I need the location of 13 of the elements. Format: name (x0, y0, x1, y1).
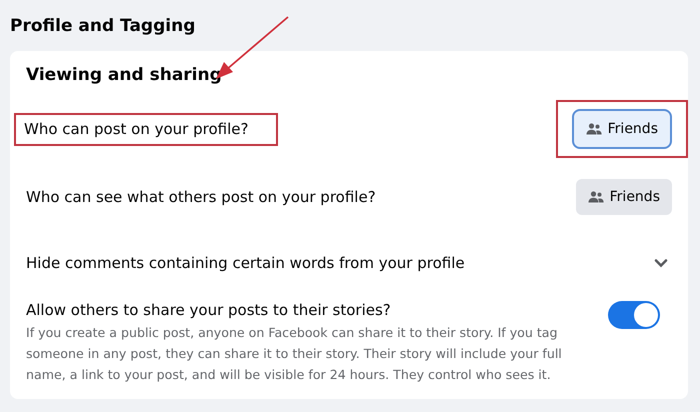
section-heading: Viewing and sharing (26, 65, 222, 85)
page-title: Profile and Tagging (10, 16, 196, 36)
audience-button[interactable]: Friends (576, 179, 672, 215)
setting-label: Who can post on your profile? (24, 120, 248, 138)
chevron-icon[interactable] (654, 258, 668, 268)
audience-button[interactable]: Friends (574, 111, 670, 147)
setting-label: Allow others to share your posts to their stories? (26, 301, 392, 319)
setting-description: If you create a public post, anyone on Facebook can share it to their story. If you tag someone in any post, they can share it to their story. Their story will include your full name, a link to your post, and will be visible for 24 hours. They control who sees it. (26, 324, 563, 384)
toggle-switch[interactable] (608, 301, 660, 329)
people-icon (586, 123, 602, 135)
setting-label[interactable]: Hide comments containing certain words from your profile (26, 254, 465, 272)
setting-label: Who can see what others post on your profile? (26, 188, 376, 206)
people-icon (588, 191, 604, 203)
